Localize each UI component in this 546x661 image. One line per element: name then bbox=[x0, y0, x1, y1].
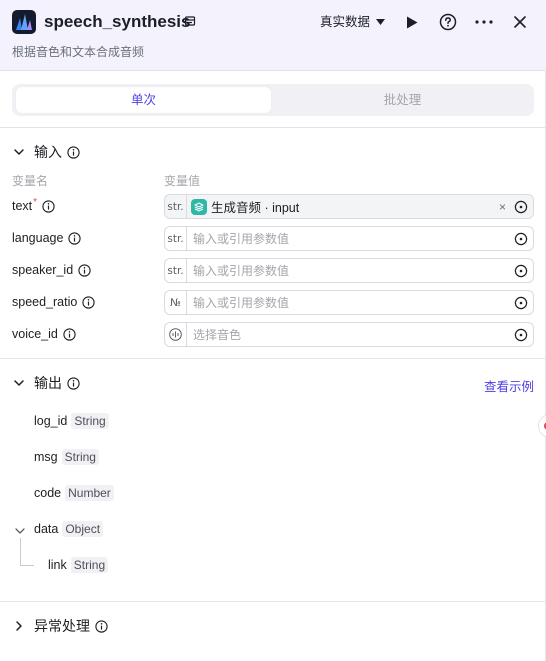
info-icon[interactable] bbox=[63, 327, 76, 341]
info-icon[interactable] bbox=[78, 263, 91, 277]
layers-icon bbox=[191, 198, 207, 215]
speed-ratio-value-field[interactable]: № 输入或引用参数值 bbox=[164, 290, 534, 315]
clear-icon[interactable]: × bbox=[499, 200, 506, 214]
side-handle[interactable] bbox=[538, 414, 546, 438]
node-config-panel: speech_synthesis 根据音色和文本合成音频 真实数据 单次 批处理… bbox=[0, 0, 546, 661]
info-icon[interactable] bbox=[67, 145, 80, 159]
chevron-down-icon bbox=[14, 380, 24, 386]
play-icon bbox=[407, 16, 418, 28]
tree-connector bbox=[20, 538, 21, 565]
chevron-right-icon bbox=[16, 621, 22, 631]
output-type-tag: Object bbox=[62, 521, 104, 537]
variable-reference-chip[interactable]: 生成音频 · input bbox=[191, 197, 499, 216]
param-name-speaker-id: speaker_id bbox=[12, 261, 91, 279]
output-field-row: msg String bbox=[34, 448, 99, 466]
text-value-field[interactable]: str. 生成音频 · input × bbox=[164, 194, 534, 219]
required-mark: * bbox=[33, 196, 38, 208]
type-badge[interactable]: № bbox=[165, 291, 187, 314]
page-subtitle: 根据音色和文本合成音频 bbox=[12, 45, 145, 59]
caret-down-icon bbox=[376, 19, 386, 25]
type-badge[interactable]: str. bbox=[165, 259, 187, 282]
output-type-tag: String bbox=[70, 557, 109, 573]
tab-batch[interactable]: 批处理 bbox=[275, 87, 530, 113]
type-badge[interactable]: str. bbox=[165, 227, 187, 250]
target-icon[interactable] bbox=[514, 232, 528, 246]
output-section-toggle[interactable]: 输出 bbox=[12, 373, 80, 393]
output-field-row: link String bbox=[48, 556, 109, 574]
param-label: text bbox=[12, 199, 33, 213]
input-section-title: 输入 bbox=[34, 144, 62, 160]
tree-collapse-chevron-icon[interactable] bbox=[14, 525, 26, 537]
info-icon[interactable] bbox=[82, 295, 95, 309]
panel-header: speech_synthesis 根据音色和文本合成音频 真实数据 bbox=[0, 0, 546, 71]
more-button[interactable] bbox=[474, 12, 494, 32]
target-icon[interactable] bbox=[514, 328, 528, 342]
value-placeholder[interactable]: 输入或引用参数值 bbox=[193, 230, 514, 247]
app-logo-icon bbox=[12, 10, 36, 34]
page-title: speech_synthesis bbox=[44, 12, 191, 31]
target-icon[interactable] bbox=[514, 200, 528, 214]
close-icon bbox=[514, 16, 526, 28]
reference-label: 生成音频 · input bbox=[211, 201, 300, 215]
param-label: language bbox=[12, 231, 64, 245]
error-section-title: 异常处理 bbox=[34, 618, 90, 634]
output-field-name: log_id bbox=[34, 414, 68, 428]
section-divider bbox=[0, 358, 546, 359]
output-type-tag: String bbox=[71, 413, 109, 429]
param-label: voice_id bbox=[12, 327, 58, 341]
chevron-down-icon bbox=[14, 149, 24, 155]
output-field-row: data Object bbox=[34, 520, 104, 538]
question-circle-icon bbox=[439, 13, 457, 31]
output-field-name: link bbox=[48, 558, 67, 572]
error-handling-section-toggle[interactable]: 异常处理 bbox=[12, 616, 108, 636]
view-example-link[interactable]: 查看示例 bbox=[484, 376, 534, 395]
info-icon[interactable] bbox=[42, 199, 55, 213]
voice-id-select[interactable]: 选择音色 bbox=[164, 322, 534, 347]
data-mode-label: 真实数据 bbox=[320, 15, 371, 29]
value-placeholder[interactable]: 输入或引用参数值 bbox=[193, 294, 514, 311]
param-label: speaker_id bbox=[12, 263, 74, 277]
col-label-name: 变量名 bbox=[12, 174, 49, 188]
run-button[interactable] bbox=[402, 12, 422, 32]
output-type-tag: Number bbox=[65, 485, 114, 501]
node-store-icon bbox=[184, 16, 196, 26]
output-field-name: msg bbox=[34, 450, 58, 464]
output-field-row: code Number bbox=[34, 484, 114, 502]
language-value-field[interactable]: str. 输入或引用参数值 bbox=[164, 226, 534, 251]
output-field-name: code bbox=[34, 486, 62, 500]
output-field-row: log_id String bbox=[34, 412, 109, 430]
voice-icon bbox=[165, 323, 187, 346]
tree-connector bbox=[20, 565, 34, 566]
data-mode-dropdown[interactable]: 真实数据 bbox=[320, 13, 386, 31]
section-divider bbox=[0, 127, 546, 128]
mode-tabs: 单次 批处理 bbox=[12, 84, 534, 116]
type-badge[interactable]: str. bbox=[165, 195, 187, 218]
section-divider bbox=[0, 601, 546, 602]
tab-single[interactable]: 单次 bbox=[16, 87, 271, 113]
info-icon[interactable] bbox=[68, 231, 82, 245]
value-placeholder[interactable]: 输入或引用参数值 bbox=[193, 262, 514, 279]
param-name-text: text * bbox=[12, 197, 55, 215]
more-dots-icon bbox=[475, 20, 493, 24]
output-field-name: data bbox=[34, 522, 59, 536]
info-icon[interactable] bbox=[67, 376, 80, 390]
help-button[interactable] bbox=[438, 12, 458, 32]
col-label-value: 变量值 bbox=[164, 174, 201, 188]
speaker-id-value-field[interactable]: str. 输入或引用参数值 bbox=[164, 258, 534, 283]
target-icon[interactable] bbox=[514, 264, 528, 278]
param-name-speed-ratio: speed_ratio bbox=[12, 293, 95, 311]
param-name-language: language bbox=[12, 229, 82, 247]
param-name-voice-id: voice_id bbox=[12, 325, 76, 343]
output-section-title: 输出 bbox=[34, 375, 62, 391]
target-icon[interactable] bbox=[514, 296, 528, 310]
param-label: speed_ratio bbox=[12, 295, 78, 309]
output-type-tag: String bbox=[61, 449, 99, 465]
value-placeholder[interactable]: 选择音色 bbox=[193, 326, 514, 343]
close-button[interactable] bbox=[510, 12, 530, 32]
input-section-toggle[interactable]: 输入 bbox=[12, 142, 80, 162]
info-icon[interactable] bbox=[95, 619, 108, 633]
